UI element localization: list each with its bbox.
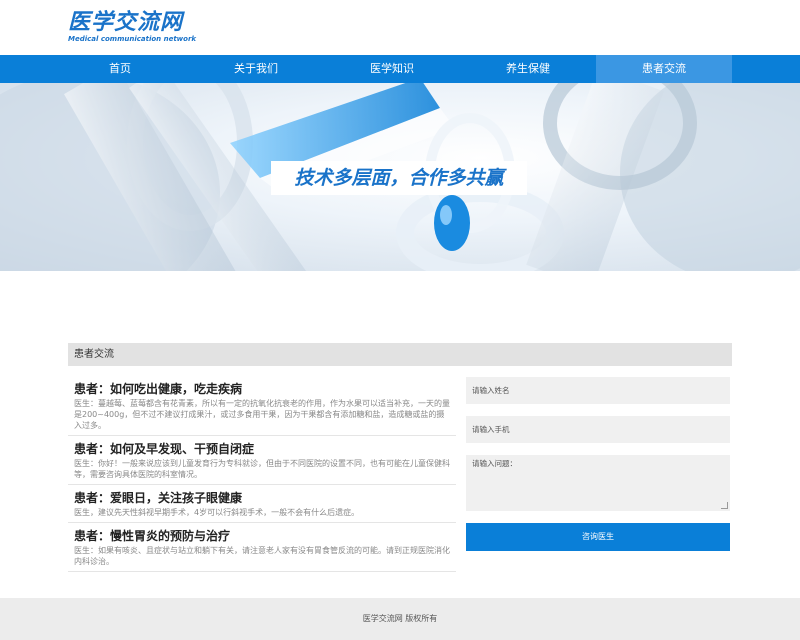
nav-item-about[interactable]: 关于我们 <box>188 55 324 83</box>
post-body: 医生：如果有咳炎、且症状与站立和躺下有关，请注意老人家有没有胃食管反流的可能。请… <box>74 546 450 566</box>
nav-item-home[interactable]: 首页 <box>52 55 188 83</box>
logo-title: 医学交流网 <box>68 10 184 35</box>
post-list: 患者：如何吃出健康，吃走疾病 医生：蔓越莓、蓝莓都含有花青素，所以有一定的抗氧化… <box>68 376 456 572</box>
list-item[interactable]: 患者：爱眼日，关注孩子眼健康 医生，建议先天性斜视早期手术，4岁可以行斜视手术，… <box>68 485 456 523</box>
main-nav: 首页 关于我们 医学知识 养生保健 患者交流 <box>0 55 800 83</box>
consult-doctor-button[interactable]: 咨询医生 <box>466 523 730 551</box>
list-item[interactable]: 患者：如何及早发现、干预自闭症 医生：你好！一般来说应该到儿童发育行为专科就诊，… <box>68 436 456 485</box>
post-body: 医生，建议先天性斜视早期手术，4岁可以行斜视手术，一般不会有什么后遗症。 <box>74 508 360 517</box>
list-item[interactable]: 患者：慢性胃炎的预防与治疗 医生：如果有咳炎、且症状与站立和躺下有关，请注意老人… <box>68 523 456 572</box>
name-input[interactable]: 请输入姓名 <box>466 377 730 404</box>
question-textarea[interactable]: 请输入问题： <box>466 455 730 511</box>
post-title[interactable]: 患者：如何及早发现、干预自闭症 <box>74 440 450 458</box>
section-title: 患者交流 <box>68 343 732 366</box>
site-logo[interactable]: 医学交流网 Medical communication network <box>68 10 196 44</box>
nav-item-patient-exchange[interactable]: 患者交流 <box>596 55 732 83</box>
consult-form: 请输入姓名 请输入手机 请输入问题： 咨询医生 <box>466 377 730 551</box>
post-body: 医生：蔓越莓、蓝莓都含有花青素，所以有一定的抗氧化抗衰老的作用，作为水果可以适当… <box>74 399 450 430</box>
post-title[interactable]: 患者：爱眼日，关注孩子眼健康 <box>74 489 450 507</box>
nav-item-knowledge[interactable]: 医学知识 <box>324 55 460 83</box>
list-item[interactable]: 患者：如何吃出健康，吃走疾病 医生：蔓越莓、蓝莓都含有花青素，所以有一定的抗氧化… <box>68 376 456 436</box>
footer: 医学交流网 版权所有 <box>0 598 800 640</box>
logo-subtitle: Medical communication network <box>68 35 197 43</box>
post-body: 医生：你好！一般来说应该到儿童发育行为专科就诊，但由于不同医院的设置不同，也有可… <box>74 459 450 479</box>
post-title[interactable]: 患者：如何吃出健康，吃走疾病 <box>74 380 450 398</box>
header: 医学交流网 Medical communication network <box>0 0 800 55</box>
nav-item-health[interactable]: 养生保健 <box>460 55 596 83</box>
hero-banner: 技术多层面，合作多共赢 <box>0 83 800 271</box>
phone-input[interactable]: 请输入手机 <box>466 416 730 443</box>
post-title[interactable]: 患者：慢性胃炎的预防与治疗 <box>74 527 450 545</box>
banner-slogan: 技术多层面，合作多共赢 <box>271 161 527 195</box>
resize-grip-icon[interactable] <box>721 502 728 509</box>
question-placeholder: 请输入问题： <box>472 459 517 468</box>
copyright-text: 医学交流网 版权所有 <box>362 614 438 623</box>
